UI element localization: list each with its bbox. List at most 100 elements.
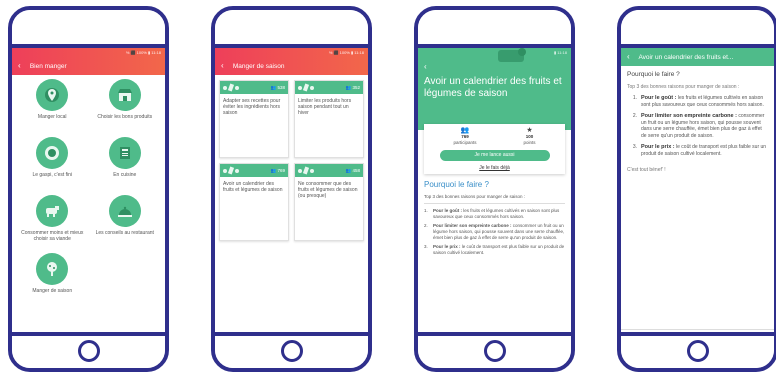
leaf-pattern-icon xyxy=(298,83,314,92)
challenge-card[interactable]: 👥 538 Adapter ses recettes pour éviter l… xyxy=(219,80,289,158)
participants-count: 👥 538 xyxy=(270,84,285,90)
leaf-pattern-icon xyxy=(223,83,239,92)
people-icon: 👥 xyxy=(270,84,277,90)
challenge-card[interactable]: 👥 769 Avoir un calendrier des fruits et … xyxy=(219,163,289,241)
leaf-pattern-icon xyxy=(298,166,314,175)
status-bar: % ⬛ 100% ▮ 11:18 xyxy=(125,50,161,55)
status-bar: ▮ 11:18 xyxy=(553,50,567,55)
list-item: 2. Pour limiter son empreinte carbone : … xyxy=(424,223,565,240)
screen-challenge-detail: ▮ 11:18 ‹ Avoir un calendrier des fruits… xyxy=(418,48,571,332)
why-section: Pourquoi le faire ? Top 3 des bonnes rai… xyxy=(418,174,571,256)
home-button[interactable] xyxy=(686,340,709,362)
back-arrow-icon[interactable]: ‹ xyxy=(221,57,231,75)
section-title: Pourquoi le faire ? xyxy=(627,71,680,78)
category-gaspi[interactable]: Le gaspi, c'est fini xyxy=(16,137,89,193)
stats-card: 👥 769 participants ★ 100 points Je me la… xyxy=(424,124,565,174)
category-grid: Manger local Choisir les bons produits L… xyxy=(12,75,165,309)
people-icon: 👥 xyxy=(345,167,352,173)
challenge-cards: 👥 538 Adapter ses recettes pour éviter l… xyxy=(215,75,368,246)
status-bar: % ⬛ 100% ▮ 11:18 xyxy=(328,50,364,55)
category-en-cuisine[interactable]: En cuisine xyxy=(89,137,162,193)
app-bar: ‹ Avoir un calendrier des fruits et... xyxy=(621,48,774,66)
app-bar-title: Manger de saison xyxy=(232,63,285,70)
category-saison[interactable]: Manger de saison xyxy=(16,253,89,309)
phone-bottom-bezel xyxy=(621,332,774,368)
people-icon: 👥 xyxy=(270,167,277,173)
challenge-hero: ▮ 11:18 ‹ Avoir un calendrier des fruits… xyxy=(418,48,571,130)
back-arrow-icon[interactable]: ‹ xyxy=(627,48,637,66)
list-item: 3. Pour le prix : le coût de transport e… xyxy=(632,144,767,157)
screen-why-detail: ‹ Avoir un calendrier des fruits et... P… xyxy=(621,48,774,332)
phone-challenge-detail: ▮ 11:18 ‹ Avoir un calendrier des fruits… xyxy=(414,6,575,372)
category-label: Manger local xyxy=(37,114,67,120)
map-pin-icon xyxy=(36,79,69,111)
home-button[interactable] xyxy=(77,340,100,362)
back-arrow-icon[interactable]: ‹ xyxy=(18,57,28,75)
divider xyxy=(621,329,774,330)
restaurant-icon xyxy=(108,195,141,227)
list-item: 1. Pour le goût : les fruits et légumes … xyxy=(632,95,764,108)
challenge-text: Avoir un calendrier des fruits et légume… xyxy=(223,181,283,193)
reasons-list: 1. Pour le goût : les fruits et légumes … xyxy=(627,95,768,157)
screen-manger-de-saison: % ⬛ 100% ▮ 11:18 ‹ Manger de saison 👥 53… xyxy=(215,48,368,332)
list-item: 2. Pour limiter son empreinte carbone : … xyxy=(632,113,765,139)
home-button[interactable] xyxy=(483,340,506,362)
why-content: Pourquoi le faire ? Top 3 des bonnes rai… xyxy=(621,66,774,174)
challenge-text: Adapter ses recettes pour éviter les ing… xyxy=(223,98,281,116)
shop-icon xyxy=(108,79,141,111)
phone-bottom-bezel xyxy=(418,332,571,368)
list-item: 1. Pour le goût : les fruits et légumes … xyxy=(424,208,560,219)
phone-why-detail: ‹ Avoir un calendrier des fruits et... P… xyxy=(617,6,776,372)
challenge-card[interactable]: 👥 458 Ne consommer que des fruits et lég… xyxy=(294,163,364,241)
participants-count: 👥 352 xyxy=(345,84,360,90)
leaf-decor-icon xyxy=(518,48,526,56)
cow-icon xyxy=(36,195,69,227)
mockup-stage: % ⬛ 100% ▮ 11:18 ‹ Bien manger Manger lo… xyxy=(0,0,776,376)
screen-bien-manger: % ⬛ 100% ▮ 11:18 ‹ Bien manger Manger lo… xyxy=(12,48,165,332)
divider xyxy=(424,203,565,204)
app-bar: ‹ Manger de saison xyxy=(215,57,368,75)
participants-count: 👥 769 xyxy=(270,167,285,173)
section-title: Pourquoi le faire ? xyxy=(424,180,489,189)
plate-icon xyxy=(36,137,69,169)
category-manger-local[interactable]: Manger local xyxy=(16,79,89,135)
points-stat: ★ 100 points xyxy=(523,127,536,145)
section-intro: Top 3 des bonnes raisons pour manger de … xyxy=(627,83,740,90)
participants-count: 👥 458 xyxy=(345,167,360,173)
category-label: Consommer moins et mieux choisir sa vian… xyxy=(21,230,84,242)
phone-bottom-bezel xyxy=(215,332,368,368)
phone-manger-de-saison: % ⬛ 100% ▮ 11:18 ‹ Manger de saison 👥 53… xyxy=(211,6,372,372)
phone-top-bezel xyxy=(12,10,165,48)
section-intro: Top 3 des bonnes raisons pour manger de … xyxy=(424,194,526,199)
book-icon xyxy=(108,137,141,169)
category-label: Choisir les bons produits xyxy=(97,114,153,120)
join-challenge-button[interactable]: Je me lance aussi xyxy=(439,150,550,161)
challenge-text: Limiter les produits hors saison pendant… xyxy=(298,98,352,116)
phone-bien-manger: % ⬛ 100% ▮ 11:18 ‹ Bien manger Manger lo… xyxy=(8,6,169,372)
home-button[interactable] xyxy=(280,340,303,362)
category-label: Les conseils au restaurant xyxy=(95,230,154,236)
already-doing-link[interactable]: Je le fais déjà xyxy=(430,165,559,171)
app-bar-title: Bien manger xyxy=(29,63,67,70)
category-bons-produits[interactable]: Choisir les bons produits xyxy=(89,79,162,135)
phone-bottom-bezel xyxy=(12,332,165,368)
category-viande[interactable]: Consommer moins et mieux choisir sa vian… xyxy=(16,195,89,251)
category-label: Manger de saison xyxy=(32,288,73,294)
participants-stat: 👥 769 participants xyxy=(453,127,477,145)
reasons-list: 1. Pour le goût : les fruits et légumes … xyxy=(424,208,565,256)
app-bar-title: Avoir un calendrier des fruits et... xyxy=(638,54,734,61)
phone-top-bezel xyxy=(418,10,571,48)
people-icon: 👥 xyxy=(345,84,352,90)
tree-icon xyxy=(36,253,69,285)
challenge-card[interactable]: 👥 352 Limiter les produits hors saison p… xyxy=(294,80,364,158)
closing-text: C'est tout bénef' ! xyxy=(627,167,666,173)
category-label: En cuisine xyxy=(113,172,137,178)
leaf-pattern-icon xyxy=(223,166,239,175)
category-label: Le gaspi, c'est fini xyxy=(32,172,73,178)
phone-top-bezel xyxy=(215,10,368,48)
phone-top-bezel xyxy=(621,10,774,48)
app-bar: ‹ Bien manger xyxy=(12,57,165,75)
category-restaurant[interactable]: Les conseils au restaurant xyxy=(89,195,162,251)
challenge-text: Ne consommer que des fruits et légumes d… xyxy=(298,181,358,199)
back-arrow-icon[interactable]: ‹ xyxy=(424,62,427,71)
